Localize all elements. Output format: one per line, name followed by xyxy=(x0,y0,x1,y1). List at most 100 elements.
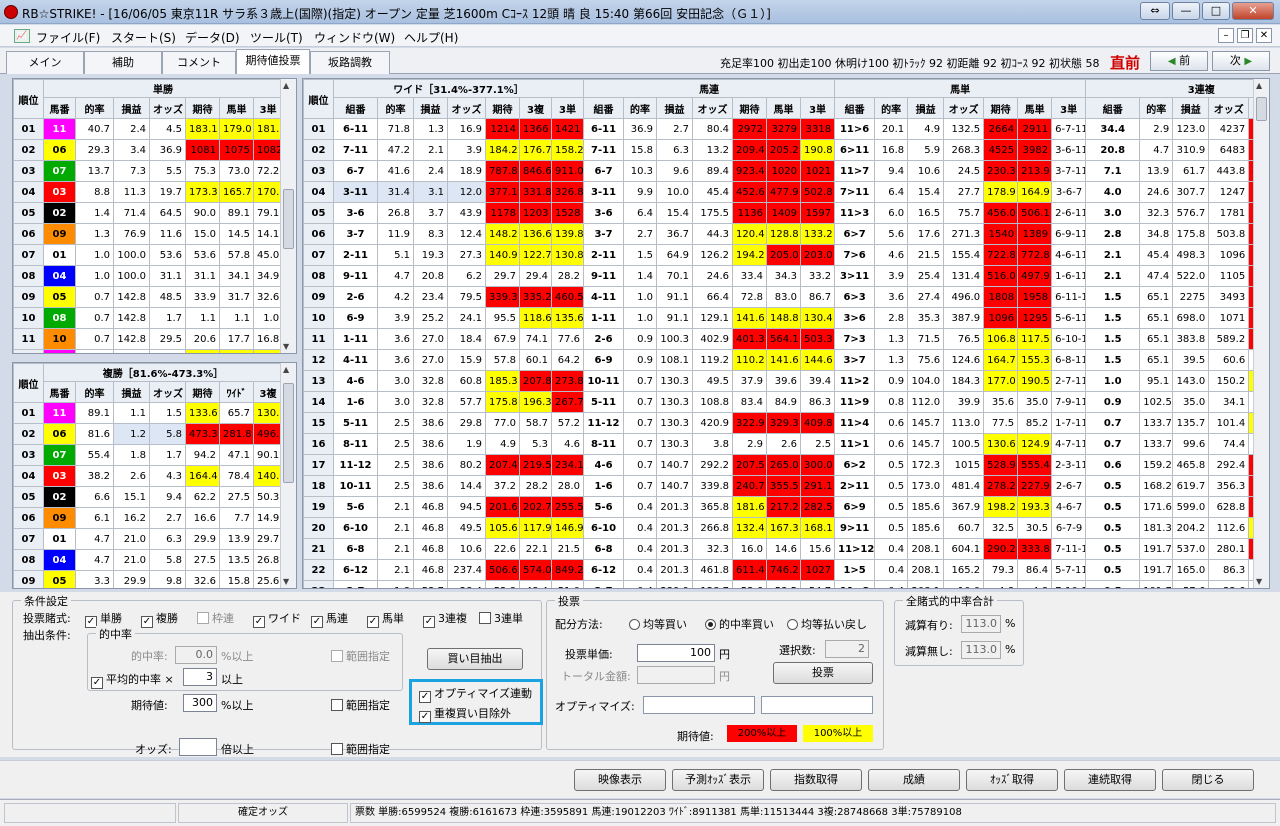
minimize-button[interactable]: — xyxy=(1172,2,1200,20)
place-scrollbar[interactable]: ▲ ▼ xyxy=(280,363,296,588)
table-row[interactable]: 05 02 6.6 15.1 9.4 62.2 27.5 50.3 xyxy=(13,486,284,508)
dup-exclude-checkbox[interactable]: ✓ 重複買い目除外 xyxy=(419,705,511,723)
unit-input[interactable]: 100 xyxy=(637,644,715,662)
menu-window[interactable]: ウィンドウ(W) xyxy=(314,29,395,46)
tab-expected-vote[interactable]: 期待値投票 xyxy=(236,49,310,74)
dist-payout-radio[interactable]: 均等払い戻し xyxy=(787,616,867,632)
table-row[interactable]: 03 6-7 41.6 2.4 18.9 787.8 846.6 911.0 6-7 10.3 9.… xyxy=(303,160,1269,182)
table-row[interactable]: 14 1-6 3.0 32.8 57.7 175.8 196.3 267.7 5-11 0.7 13… xyxy=(303,391,1269,413)
scroll-thumb[interactable] xyxy=(283,189,294,249)
maximize-button[interactable]: □ xyxy=(1202,2,1230,20)
table-row[interactable]: 02 7-11 47.2 2.1 3.9 184.2 176.7 158.2 7-11 15.8 6… xyxy=(303,139,1269,161)
table-row[interactable]: 10 6-9 3.9 25.2 24.1 95.5 118.6 135.6 1-11 1.0 91.… xyxy=(303,307,1269,329)
table-row[interactable]: 08 04 1.0 100.0 31.1 31.1 34.1 34.9 xyxy=(13,265,284,287)
menu-start[interactable]: スタート(S) xyxy=(111,29,176,46)
table-row[interactable]: 12120.7142.8166.4116.4139.8151.3 xyxy=(13,349,284,353)
scroll-up-icon[interactable]: ▲ xyxy=(283,365,289,374)
table-row[interactable]: 10 08 0.7 142.8 1.7 1.1 1.1 1.0 xyxy=(13,307,284,329)
win-scrollbar[interactable]: ▲ ▼ xyxy=(280,79,296,353)
close-window-button[interactable]: ✕ xyxy=(1232,2,1274,20)
mdi-restore-icon[interactable]: ❐ xyxy=(1237,28,1253,43)
odds-fetch-button[interactable]: ｵｯｽﾞ取得 xyxy=(966,769,1058,791)
table-row[interactable]: 04 3-11 31.4 3.1 12.0 377.1 331.8 326.8 3-11 9.9 1… xyxy=(303,181,1269,203)
tab-sub[interactable]: 補助 xyxy=(84,51,162,74)
table-row[interactable]: 03 07 55.4 1.8 1.7 94.2 47.1 90.1 xyxy=(13,444,284,466)
next-race-button[interactable]: 次 ▶ xyxy=(1212,51,1270,71)
table-row[interactable]: 11 10 0.7 142.8 29.5 20.6 17.7 16.8 xyxy=(13,328,284,350)
odds-input[interactable] xyxy=(179,738,217,756)
table-row[interactable]: 20 6-10 2.1 46.8 49.5 105.6 117.9 146.9 6-10 0.4 2… xyxy=(303,517,1269,539)
dist-hit-radio[interactable]: 的中率買い xyxy=(705,616,774,632)
menu-help[interactable]: ヘルプ(H) xyxy=(404,29,458,46)
table-row[interactable]: 08 04 4.7 21.0 5.8 27.5 13.5 26.8 xyxy=(13,549,284,571)
results-button[interactable]: 成績 xyxy=(868,769,960,791)
index-fetch-button[interactable]: 指数取得 xyxy=(770,769,862,791)
table-row[interactable]: 19 5-6 2.1 46.8 94.5 201.6 202.7 255.5 5-6 0.4 201… xyxy=(303,496,1269,518)
bet-trio-checkbox[interactable]: ✓ 3連複 xyxy=(423,610,467,628)
table-row[interactable]: 07 2-11 5.1 19.3 27.3 140.9 122.7 130.8 2-11 1.5 6… xyxy=(303,244,1269,266)
scroll-down-icon[interactable]: ▼ xyxy=(283,577,289,586)
bet-wide-checkbox[interactable]: ✓ ワイド xyxy=(253,610,301,628)
table-row[interactable]: 05 02 1.4 71.4 64.5 90.0 89.1 79.1 xyxy=(13,202,284,224)
menu-tool[interactable]: ツール(T) xyxy=(250,29,303,46)
tab-comment[interactable]: コメント xyxy=(162,51,236,74)
dist-equal-radio[interactable]: 均等買い xyxy=(629,616,687,632)
table-row[interactable]: 21 6-8 2.1 46.8 10.6 22.6 22.1 21.5 6-8 0.4 201.3 3… xyxy=(303,538,1269,560)
scroll-thumb[interactable] xyxy=(283,383,294,483)
scroll-up-icon[interactable]: ▲ xyxy=(1256,81,1262,90)
table-row[interactable]: 06 3-7 11.9 8.3 12.4 148.2 136.6 139.8 3-7 2.7 36.… xyxy=(303,223,1269,245)
predict-odds-button[interactable]: 予測ｵｯｽﾞ表示 xyxy=(672,769,764,791)
restore-window-button[interactable]: ⇔ xyxy=(1140,2,1170,20)
table-row[interactable]: 12 4-11 3.6 27.0 15.9 57.8 60.1 64.2 6-9 0.9 108.1… xyxy=(303,349,1269,371)
table-row[interactable]: 020681.61.25.8473.3281.8496.2 xyxy=(13,423,284,445)
table-row[interactable]: 07 01 4.7 21.0 6.3 29.9 13.9 29.7 xyxy=(13,528,284,550)
video-button[interactable]: 映像表示 xyxy=(574,769,666,791)
vote-button[interactable]: 投票 xyxy=(773,662,873,684)
combo-scrollbar[interactable]: ▲ ▼ xyxy=(1253,79,1269,588)
scroll-down-icon[interactable]: ▼ xyxy=(1256,577,1262,586)
table-row[interactable]: 03 07 13.7 7.3 5.5 75.3 73.0 72.2 xyxy=(13,160,284,182)
table-row[interactable]: 15 5-11 2.5 38.6 29.8 77.0 58.7 57.2 11-12 0.7 130… xyxy=(303,412,1269,434)
tab-hill-training[interactable]: 坂路調教 xyxy=(310,51,390,74)
table-row[interactable]: 06 09 1.3 76.9 11.6 15.0 14.5 14.1 xyxy=(13,223,284,245)
table-row[interactable]: 01 6-11 71.8 1.3 16.9 1214 1366 1421 6-11 36.9 2.7… xyxy=(303,118,1269,140)
table-row[interactable]: 08 9-11 4.7 20.8 6.2 29.7 29.4 28.2 9-11 1.4 70.1 2… xyxy=(303,265,1269,287)
total-amount-input[interactable] xyxy=(637,666,715,684)
menu-data[interactable]: データ(D) xyxy=(185,29,240,46)
table-row[interactable]: 09 2-6 4.2 23.4 79.5 339.3 335.2 460.5 4-11 1.0 91… xyxy=(303,286,1269,308)
expected-input[interactable]: 300 xyxy=(183,694,217,712)
table-row[interactable]: 04038.811.319.7173.3165.7170.8 xyxy=(13,181,284,203)
hit-range-checkbox[interactable]: 範囲指定 xyxy=(331,648,390,664)
prev-race-button[interactable]: ◀ 前 xyxy=(1150,51,1208,71)
hit-rate-input[interactable]: 0.0 xyxy=(175,646,217,664)
table-row[interactable]: 011140.72.44.5183.1179.0181.1 xyxy=(13,118,284,140)
table-row[interactable]: 22 6-12 2.1 46.8 237.4 506.6 574.0 849.2 6-12 0.4… xyxy=(303,559,1269,581)
table-row[interactable]: 02 06 29.3 3.4 36.9 1081 1075 1082 xyxy=(13,139,284,161)
scroll-up-icon[interactable]: ▲ xyxy=(283,81,289,90)
tab-main[interactable]: メイン xyxy=(6,51,84,74)
extract-button[interactable]: 買い目抽出 xyxy=(427,648,523,670)
optimize-bar-right[interactable] xyxy=(761,696,873,714)
scroll-down-icon[interactable]: ▼ xyxy=(283,342,289,351)
optimize-bar-left[interactable] xyxy=(643,696,755,714)
mdi-close-icon[interactable]: ✕ xyxy=(1256,28,1272,43)
table-row[interactable]: 040338.22.64.3164.478.4140.9 xyxy=(13,465,284,487)
table-row[interactable]: 13 4-6 3.0 32.8 60.8 185.3 207.8 273.8 10-11 0.7 1… xyxy=(303,370,1269,392)
table-row[interactable]: 11 1-11 3.6 27.0 18.4 67.9 74.1 77.6 2-6 0.9 100.3… xyxy=(303,328,1269,350)
table-row[interactable]: 09 05 3.3 29.9 9.8 32.6 15.8 25.6 xyxy=(13,570,284,588)
continuous-fetch-button[interactable]: 連続取得 xyxy=(1064,769,1156,791)
table-row[interactable]: 011189.11.11.5133.665.7130.9 xyxy=(13,402,284,424)
bet-quinella-checkbox[interactable]: ✓ 馬連 xyxy=(311,610,348,628)
table-row[interactable]: 232-71.853.728.452.848.451.02-70.4239.91… xyxy=(303,580,1269,588)
table-row[interactable]: 05 3-6 26.8 3.7 43.9 1178 1203 1528 3-6 6.4 15.4 17… xyxy=(303,202,1269,224)
menu-file[interactable]: ファイル(F) xyxy=(36,29,100,46)
odds-range-checkbox[interactable]: 範囲指定 xyxy=(331,741,390,757)
expected-range-checkbox[interactable]: 範囲指定 xyxy=(331,697,390,713)
table-row[interactable]: 09 05 0.7 142.8 48.5 33.9 31.7 32.6 xyxy=(13,286,284,308)
avg-hit-checkbox[interactable]: ✓ 平均的中率 × xyxy=(91,671,174,689)
bet-bracket-checkbox[interactable]: 枠連 xyxy=(197,610,234,626)
optimize-link-checkbox[interactable]: ✓ オプティマイズ連動 xyxy=(419,685,532,703)
bet-place-checkbox[interactable]: ✓ 複勝 xyxy=(141,610,178,628)
table-row[interactable]: 16 8-11 2.5 38.6 1.9 4.9 5.3 4.6 8-11 0.7 130.3 3.8… xyxy=(303,433,1269,455)
avg-hit-input[interactable]: 3 xyxy=(183,668,217,686)
